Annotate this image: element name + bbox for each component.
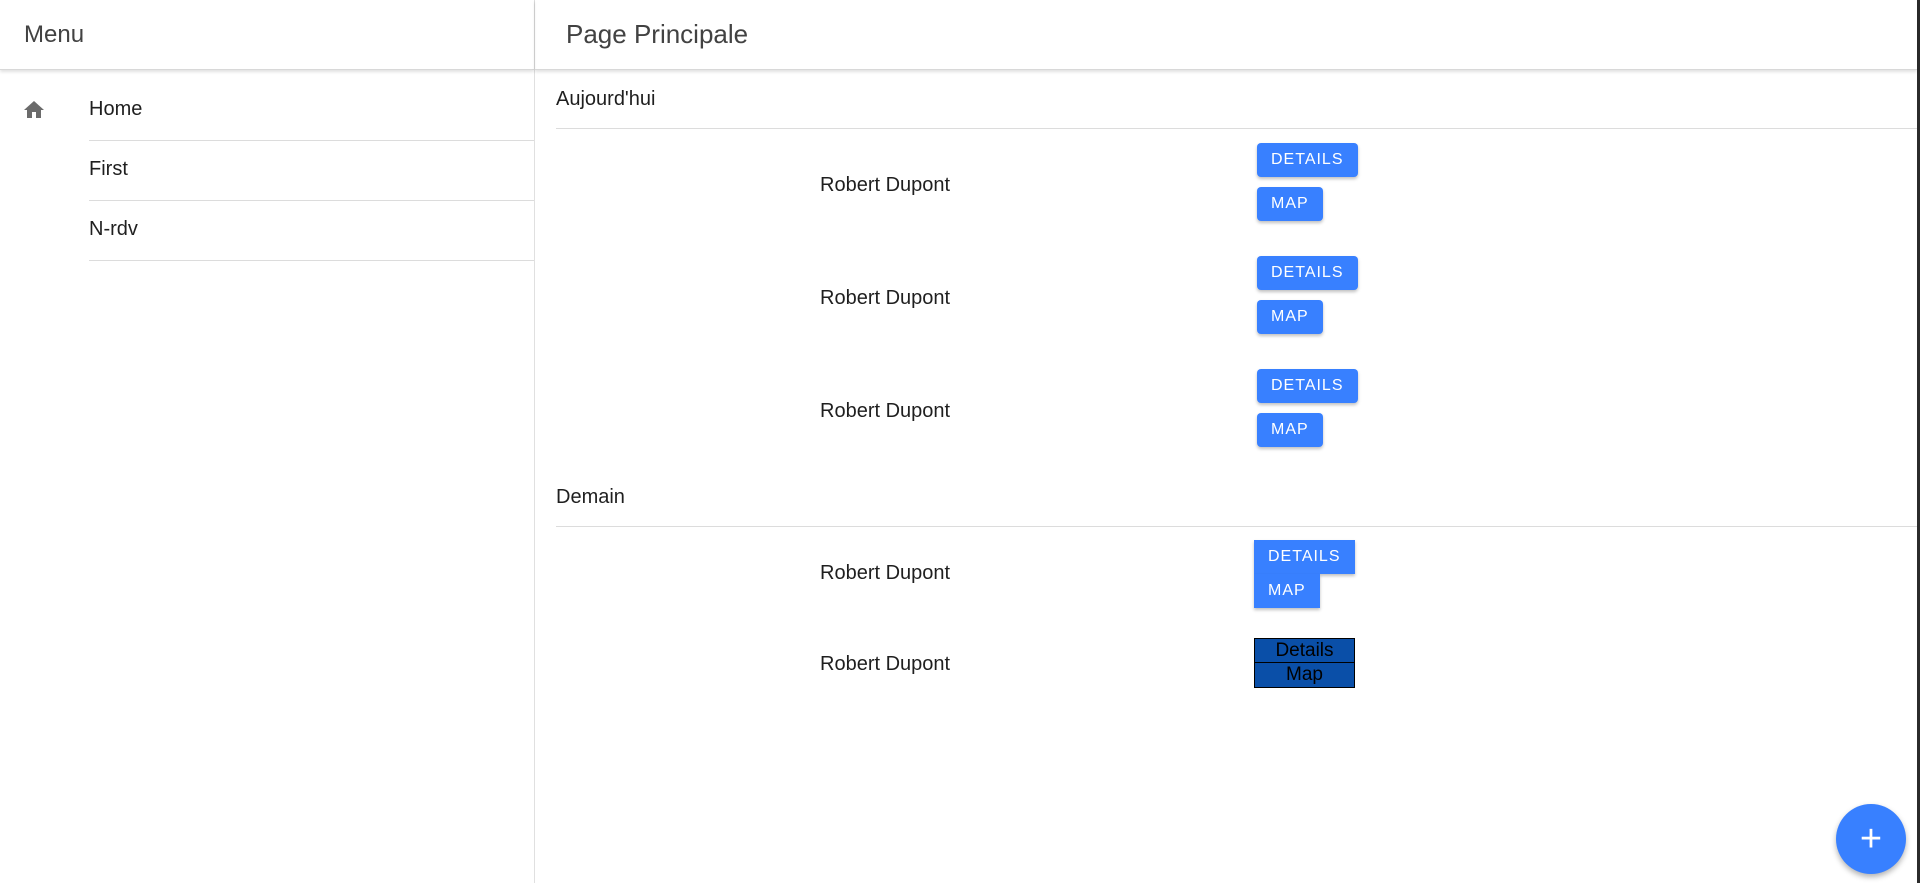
appointment-actions: DETAILS MAP — [1257, 256, 1358, 334]
appointment-row: Robert Dupont DETAILS MAP — [556, 527, 1917, 619]
appointment-actions: DETAILS MAP — [1254, 540, 1355, 608]
menu-icon-placeholder — [0, 200, 89, 260]
section-tomorrow: Demain Robert Dupont DETAILS MAP Robert … — [556, 468, 1917, 709]
add-icon: + — [1859, 818, 1883, 860]
menu-list: Home First N-rdv — [0, 70, 534, 261]
appointment-name: Robert Dupont — [820, 287, 951, 309]
appointment-row: Robert Dupont DETAILS MAP — [556, 129, 1917, 242]
menu-item-label: Home — [89, 80, 534, 141]
appointments-list[interactable]: Aujourd'hui Robert Dupont DETAILS MAP Ro… — [535, 70, 1917, 709]
details-button[interactable]: DETAILS — [1257, 369, 1358, 403]
app: Menu Home First N-rdv Page Principale Au… — [0, 0, 1920, 883]
add-appointment-button[interactable]: + — [1836, 804, 1906, 874]
menu-item-label: N-rdv — [89, 200, 534, 261]
page-title: Page Principale — [566, 19, 749, 49]
appointment-name: Robert Dupont — [820, 174, 951, 196]
appointment-actions: DETAILS MAP — [1257, 369, 1358, 447]
sidebar-title: Menu — [24, 20, 85, 48]
main-panel: Page Principale Aujourd'hui Robert Dupon… — [535, 0, 1920, 883]
appointment-actions: DETAILS MAP — [1257, 143, 1358, 221]
appointment-actions: Details Map — [1254, 638, 1355, 688]
menu-item-first[interactable]: First — [0, 140, 534, 201]
appointment-row: Robert Dupont DETAILS MAP — [556, 355, 1917, 468]
map-button[interactable]: MAP — [1254, 574, 1320, 608]
sidebar-menu: Menu Home First N-rdv — [0, 0, 535, 883]
main-header: Page Principale — [535, 0, 1917, 70]
map-button[interactable]: MAP — [1257, 413, 1323, 447]
details-button[interactable]: Details — [1254, 638, 1355, 663]
section-today: Aujourd'hui Robert Dupont DETAILS MAP Ro… — [556, 70, 1917, 468]
appointment-row: Robert Dupont DETAILS MAP — [556, 242, 1917, 355]
section-header-tomorrow: Demain — [556, 468, 1917, 527]
section-header-today: Aujourd'hui — [556, 70, 1917, 129]
map-button[interactable]: MAP — [1257, 187, 1323, 221]
sidebar-header: Menu — [0, 0, 534, 70]
menu-item-home[interactable]: Home — [0, 80, 534, 141]
appointment-name: Robert Dupont — [820, 652, 951, 675]
details-button[interactable]: DETAILS — [1257, 256, 1358, 290]
menu-icon-placeholder — [0, 140, 89, 200]
appointment-name: Robert Dupont — [820, 400, 951, 422]
details-button[interactable]: DETAILS — [1254, 540, 1355, 574]
map-button[interactable]: Map — [1254, 663, 1355, 688]
details-button[interactable]: DETAILS — [1257, 143, 1358, 177]
home-icon — [0, 80, 89, 140]
menu-item-label: First — [89, 140, 534, 201]
appointment-row: Robert Dupont Details Map — [556, 619, 1917, 709]
map-button[interactable]: MAP — [1257, 300, 1323, 334]
appointment-name: Robert Dupont — [820, 561, 951, 584]
menu-item-n-rdv[interactable]: N-rdv — [0, 200, 534, 261]
